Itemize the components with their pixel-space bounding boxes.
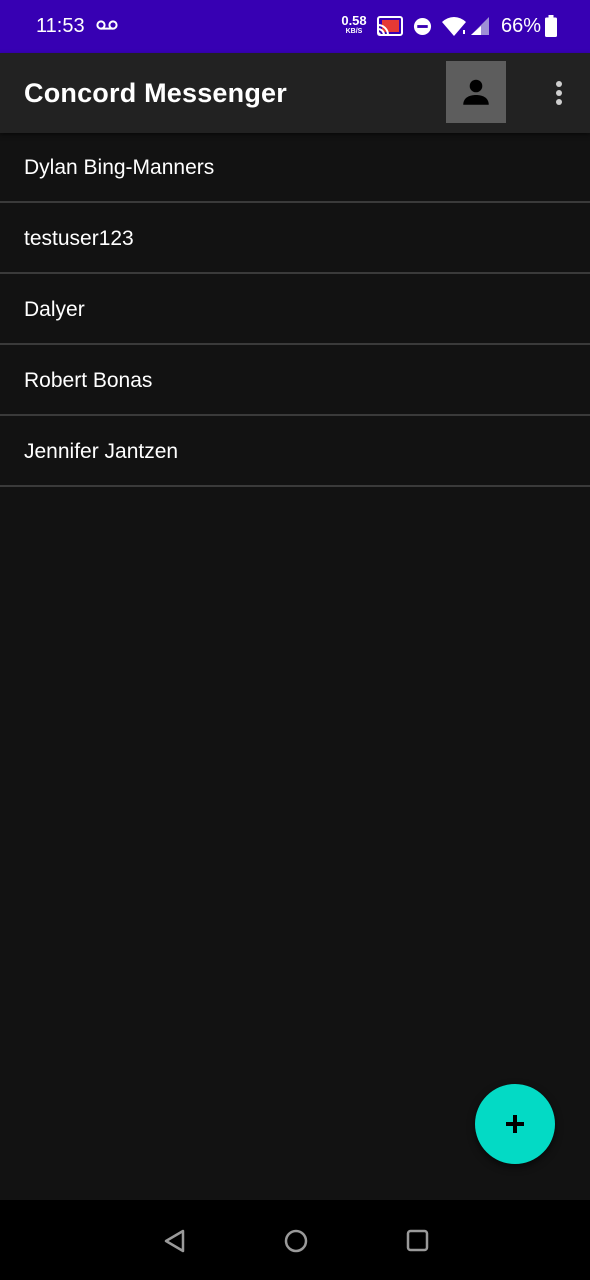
list-item[interactable]: Jennifer Jantzen (0, 416, 590, 487)
network-speed-unit: KB/S (345, 28, 363, 35)
profile-button[interactable] (446, 61, 506, 123)
list-item[interactable]: Dalyer (0, 274, 590, 345)
do-not-disturb-icon (413, 17, 432, 36)
network-speed-value: 0.58 (341, 13, 367, 28)
status-bar: 11:53 0.58 KB/S 66% (0, 0, 590, 53)
list-item[interactable]: testuser123 (0, 203, 590, 274)
more-vert-icon (556, 81, 562, 105)
recents-icon[interactable] (406, 1229, 429, 1252)
person-icon (463, 79, 489, 105)
navigation-bar (0, 1200, 590, 1280)
new-conversation-button[interactable] (475, 1084, 555, 1164)
battery-percent: 66% (501, 15, 542, 37)
plus-icon (506, 1115, 524, 1133)
app-title: Concord Messenger (24, 78, 287, 108)
status-time: 11:53 (36, 15, 85, 37)
back-icon[interactable] (162, 1228, 188, 1254)
list-item[interactable]: Robert Bonas (0, 345, 590, 416)
battery-icon (545, 15, 557, 37)
screen: 11:53 0.58 KB/S 66% Concord Messenger Dy… (0, 0, 590, 1280)
wifi-icon (442, 17, 466, 36)
home-icon[interactable] (284, 1229, 308, 1253)
overflow-menu-button[interactable] (544, 75, 574, 111)
network-speed: 0.58 KB/S (338, 14, 370, 35)
list-item[interactable]: Dylan Bing-Manners (0, 133, 590, 203)
voicemail-icon (96, 20, 118, 30)
contact-list: Dylan Bing-Manners testuser123 Dalyer Ro… (0, 133, 590, 487)
cell-signal-icon (471, 17, 489, 35)
cast-icon (377, 16, 403, 36)
app-bar: Concord Messenger (0, 53, 590, 133)
